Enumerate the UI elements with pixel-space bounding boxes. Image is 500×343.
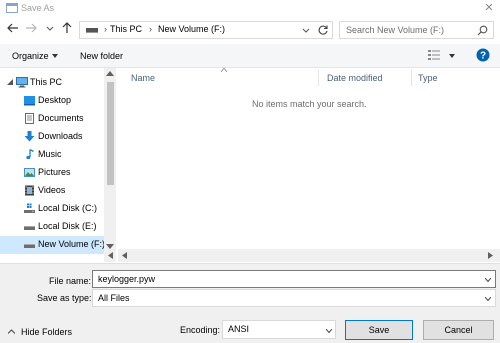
pictures-icon	[24, 167, 35, 178]
sidebar-item-this-pc[interactable]: This PC	[0, 74, 104, 92]
column-divider[interactable]	[318, 70, 319, 86]
sidebar-item-label: Local Disk (E:)	[38, 221, 97, 231]
drive-icon	[24, 221, 35, 232]
column-header-type[interactable]: Type	[418, 73, 438, 83]
recent-locations-chevron-icon[interactable]	[45, 22, 55, 34]
column-header-date-modified[interactable]: Date modified	[327, 73, 383, 83]
forward-arrow-icon[interactable]	[24, 21, 38, 35]
scroll-left-arrow-icon[interactable]	[121, 252, 127, 259]
encoding-label: Encoding:	[180, 325, 221, 335]
scroll-down-arrow-icon[interactable]	[106, 244, 114, 250]
organize-button[interactable]: Organize	[12, 51, 49, 61]
collapse-up-icon[interactable]	[8, 329, 15, 334]
sidebar-item-documents[interactable]: Documents	[0, 110, 104, 128]
sidebar-item-local-disk-e[interactable]: Local Disk (E:)	[0, 218, 104, 236]
help-icon[interactable]: ?	[476, 48, 490, 62]
help-glyph: ?	[480, 51, 486, 62]
save-as-type-select[interactable]: All Files	[92, 289, 496, 307]
sidebar-item-label: Desktop	[38, 95, 72, 105]
save-as-type-value: All Files	[98, 293, 130, 303]
breadcrumb-new-volume[interactable]: New Volume (F:)	[158, 24, 225, 34]
close-button[interactable]: ✕	[478, 0, 500, 16]
sidebar-item-label: Downloads	[38, 131, 83, 141]
search-icon[interactable]	[477, 25, 488, 36]
chevron-down-icon[interactable]	[326, 329, 332, 333]
documents-icon	[24, 113, 35, 124]
expand-caret-icon[interactable]	[7, 79, 13, 85]
sidebar-item-videos[interactable]: Videos	[0, 182, 104, 200]
hide-folders-button[interactable]: Hide Folders	[21, 327, 72, 337]
caret-down-icon[interactable]	[449, 54, 455, 58]
film-icon	[24, 185, 35, 196]
sidebar-item-desktop[interactable]: Desktop	[0, 92, 104, 110]
sidebar-item-pictures[interactable]: Pictures	[0, 164, 104, 182]
scroll-right-arrow-icon[interactable]	[488, 252, 494, 259]
windows-drive-icon	[24, 203, 35, 214]
file-name-field[interactable]: keylogger.pyw	[92, 270, 496, 288]
file-name-value[interactable]: keylogger.pyw	[98, 274, 155, 284]
sidebar-item-new-volume-f[interactable]: New Volume (F:)	[0, 236, 106, 254]
breadcrumb-separator: ›	[149, 24, 152, 34]
desktop-icon	[24, 95, 35, 106]
sidebar-item-label: Local Disk (C:)	[38, 203, 98, 213]
sidebar-item-label: Pictures	[38, 167, 71, 177]
save-button[interactable]: Save	[345, 320, 413, 340]
encoding-select[interactable]: ANSI	[222, 320, 336, 339]
view-options-icon[interactable]	[428, 49, 440, 61]
music-note-icon	[24, 149, 35, 160]
chevron-down-icon[interactable]	[485, 278, 491, 282]
command-toolbar: Organize New folder ?	[0, 44, 500, 68]
address-bar[interactable]: › This PC › New Volume (F:)	[79, 21, 333, 39]
window-title: Save As	[21, 3, 55, 13]
encoding-value: ANSI	[228, 324, 250, 334]
sidebar-item-music[interactable]: Music	[0, 146, 104, 164]
title-bar	[0, 0, 500, 16]
new-folder-button[interactable]: New folder	[80, 51, 123, 61]
up-arrow-icon[interactable]	[60, 21, 74, 35]
caret-down-icon[interactable]	[52, 54, 58, 58]
sidebar-item-local-disk-c[interactable]: Local Disk (C:)	[0, 200, 104, 218]
horizontal-scrollbar[interactable]	[118, 249, 500, 262]
refresh-icon[interactable]	[317, 24, 329, 36]
download-arrow-icon	[24, 131, 35, 142]
search-input[interactable]: Search New Volume (F:)	[346, 25, 444, 35]
sort-ascending-icon	[221, 68, 227, 72]
scroll-left-arrow-icon[interactable]	[107, 252, 113, 259]
sidebar-item-label: Music	[38, 149, 62, 159]
back-arrow-icon[interactable]	[6, 21, 20, 35]
scroll-up-arrow-icon[interactable]	[106, 70, 114, 76]
column-header-name[interactable]: Name	[131, 73, 155, 83]
file-name-label: File name:	[49, 276, 92, 286]
column-divider[interactable]	[411, 70, 412, 86]
sidebar-item-label: Documents	[38, 113, 84, 123]
computer-icon	[86, 26, 98, 34]
sidebar-scrollbar-thumb[interactable]	[107, 82, 114, 185]
chevron-down-icon[interactable]	[485, 297, 491, 301]
save-as-type-label: Save as type:	[37, 293, 92, 303]
sidebar-item-label: This PC	[30, 77, 63, 87]
breadcrumb-separator: ›	[104, 24, 107, 34]
navigation-pane: This PC Desktop Documents Downloads Musi…	[0, 68, 106, 263]
cancel-button[interactable]: Cancel	[423, 320, 494, 340]
drive-icon	[24, 239, 35, 250]
empty-folder-message: No items match your search.	[252, 99, 367, 109]
address-history-chevron-icon[interactable]	[301, 25, 311, 35]
search-box[interactable]: Search New Volume (F:)	[339, 21, 494, 39]
monitor-icon	[16, 77, 28, 88]
sidebar-item-label: New Volume (F:)	[38, 239, 106, 249]
sidebar-item-downloads[interactable]: Downloads	[0, 128, 104, 146]
save-as-window-icon	[6, 3, 18, 13]
breadcrumb-this-pc[interactable]: This PC	[110, 24, 142, 34]
sidebar-item-label: Videos	[38, 185, 66, 195]
